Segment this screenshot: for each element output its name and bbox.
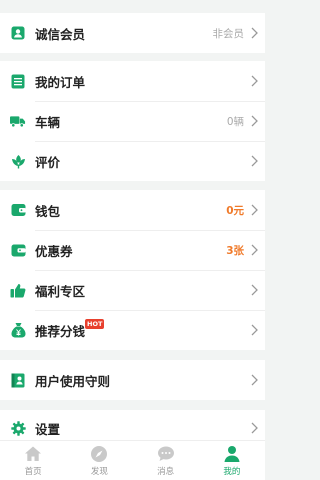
row-user-guide[interactable]: 用户使用守则 (0, 360, 265, 400)
row-label: 车辆 (35, 114, 61, 130)
wallet-balance-value: 0元 (226, 204, 244, 217)
row-label: 推荐分钱 (35, 323, 86, 339)
finance-section: 钱包 0元 优惠券 3张 福利专区 推荐分钱 HOT (0, 190, 265, 350)
coupon-icon (10, 242, 26, 258)
tab-messages[interactable]: 消息 (133, 441, 199, 480)
tab-home[interactable]: 首页 (0, 441, 66, 480)
chevron-right-icon (251, 244, 258, 256)
guide-book-icon (10, 372, 26, 388)
hot-badge: HOT (85, 319, 105, 329)
chevron-right-icon (251, 75, 258, 87)
row-label: 用户使用守则 (35, 373, 111, 389)
member-status-value: 非会员 (212, 27, 245, 40)
row-label: 设置 (35, 421, 61, 437)
vehicle-count-value: 0辆 (226, 115, 244, 128)
tab-label: 发现 (90, 467, 108, 477)
row-wallet[interactable]: 钱包 0元 (0, 190, 265, 230)
truck-icon (10, 113, 26, 129)
row-label: 诚信会员 (35, 26, 86, 42)
gear-icon (10, 420, 26, 436)
tab-label: 消息 (157, 467, 175, 477)
row-label: 福利专区 (35, 283, 86, 299)
row-label: 优惠券 (35, 243, 73, 259)
row-vehicles[interactable]: 车辆 0辆 (0, 101, 265, 141)
coupon-count-value: 3张 (226, 244, 244, 257)
guide-section: 用户使用守则 (0, 360, 265, 400)
chevron-right-icon (251, 284, 258, 296)
chevron-right-icon (251, 204, 258, 216)
bottom-tab-bar: 首页 发现 消息 我的 (0, 440, 265, 480)
review-flower-icon (10, 153, 26, 169)
member-card-icon (10, 25, 26, 41)
chevron-right-icon (251, 422, 258, 434)
chevron-right-icon (251, 27, 258, 39)
order-list-icon (10, 73, 26, 89)
home-icon (25, 446, 42, 461)
row-orders[interactable]: 我的订单 (0, 61, 265, 101)
wallet-icon (10, 202, 26, 218)
row-label: 钱包 (35, 203, 61, 219)
chevron-right-icon (251, 324, 258, 336)
thumbs-up-icon (10, 282, 26, 298)
row-member[interactable]: 诚信会员 非会员 (0, 13, 265, 53)
member-section: 诚信会员 非会员 (0, 13, 265, 53)
tab-mine[interactable]: 我的 (199, 441, 265, 480)
tab-label: 我的 (223, 467, 241, 477)
orders-section: 我的订单 车辆 0辆 评价 (0, 61, 265, 181)
row-coupons[interactable]: 优惠券 3张 (0, 230, 265, 270)
chevron-right-icon (251, 374, 258, 386)
person-icon (224, 446, 240, 462)
chevron-right-icon (251, 155, 258, 167)
row-reviews[interactable]: 评价 (0, 141, 265, 181)
row-label: 我的订单 (35, 74, 86, 90)
tab-label: 首页 (24, 467, 42, 477)
row-referral[interactable]: 推荐分钱 HOT (0, 310, 265, 350)
compass-icon (91, 446, 108, 462)
tab-discover[interactable]: 发现 (66, 441, 132, 480)
row-welfare[interactable]: 福利专区 (0, 270, 265, 310)
row-label: 评价 (35, 154, 61, 170)
chat-bubble-icon (157, 446, 174, 461)
money-bag-icon (10, 322, 26, 338)
chevron-right-icon (251, 115, 258, 127)
